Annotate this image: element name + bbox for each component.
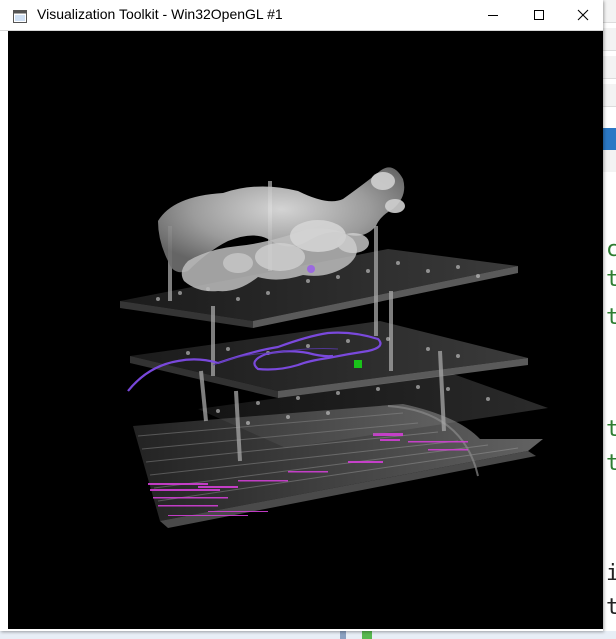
green-marker [354, 360, 362, 368]
background-code-char: t [606, 268, 616, 292]
minimize-icon [488, 15, 498, 16]
background-code-char: t [606, 596, 616, 620]
maximize-button[interactable] [516, 0, 562, 30]
background-code-char: i [606, 562, 616, 586]
background-toolbar [603, 56, 616, 79]
volume-render-scene [120, 167, 548, 528]
background-code-char: t [606, 306, 616, 330]
background-divider [340, 631, 346, 639]
window-title: Visualization Toolkit - Win32OpenGL #1 [37, 6, 283, 22]
background-code-char: t [606, 418, 616, 442]
background-tab-active [603, 128, 616, 150]
background-toolbar [603, 84, 616, 107]
render-viewport[interactable] [8, 31, 603, 629]
background-toolbar [603, 150, 616, 173]
background-code-char: t [606, 452, 616, 476]
title-bar[interactable]: Visualization Toolkit - Win32OpenGL #1 [0, 0, 603, 31]
app-window-icon [13, 8, 27, 23]
close-button[interactable] [562, 0, 603, 30]
background-toolbar [603, 28, 616, 51]
close-icon [577, 9, 588, 21]
maximize-icon [534, 10, 544, 20]
background-indicator [362, 631, 372, 639]
minimize-button[interactable] [470, 0, 516, 30]
background-toolbar [603, 0, 616, 23]
vtk-render-window[interactable]: Visualization Toolkit - Win32OpenGL #1 [0, 0, 603, 631]
background-editor-window: c t t t t i t [603, 0, 616, 639]
background-code-char: c [606, 238, 616, 262]
background-taskbar-strip [0, 631, 616, 639]
